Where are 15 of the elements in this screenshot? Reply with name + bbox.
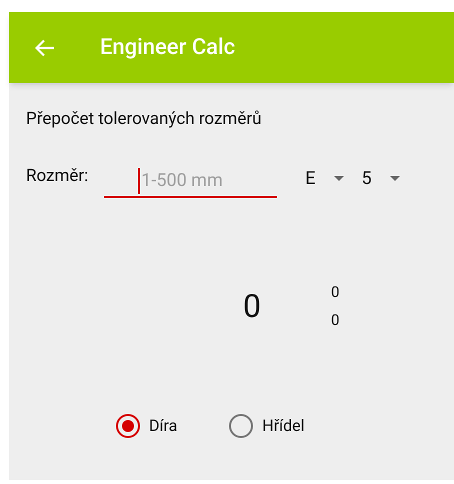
upper-deviation: 0 — [330, 282, 340, 302]
radio-option[interactable]: Díra — [116, 414, 178, 438]
lower-deviation: 0 — [330, 310, 340, 330]
input-placeholder: 1-500 mm — [141, 169, 223, 193]
dropdown[interactable]: E — [305, 164, 344, 192]
dropdown-arrow-icon — [390, 176, 400, 180]
back-arrow-icon — [35, 38, 55, 56]
app-title: Engineer Calc — [100, 34, 236, 62]
dropdown-arrow-icon — [334, 176, 344, 180]
result-value: 0 — [243, 286, 261, 326]
dropdown[interactable]: 5 — [362, 164, 400, 192]
section-heading: Přepočet tolerovaných rozměrů — [26, 108, 262, 131]
radio-option[interactable]: Hřídel — [229, 414, 304, 438]
text-caret — [138, 168, 140, 194]
field-label: Rozměr: — [26, 165, 88, 188]
